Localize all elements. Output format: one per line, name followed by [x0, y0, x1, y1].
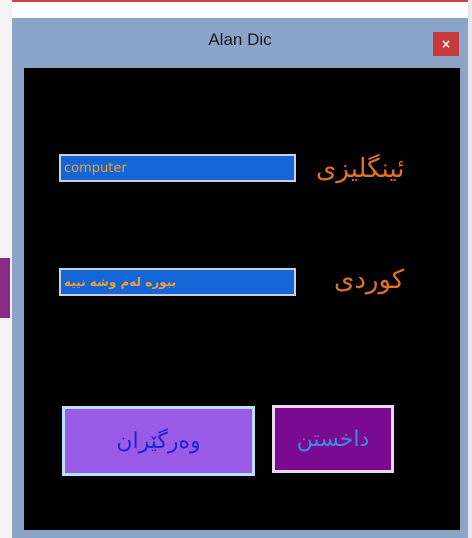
translate-button-label: وەرگێران	[116, 428, 201, 454]
kurdish-word-output[interactable]	[59, 268, 296, 296]
app-window: Alan Dic × ئینگلیزی کوردی وەرگێران داخست…	[12, 18, 468, 538]
background-app-accent	[0, 258, 10, 318]
close-button[interactable]: ×	[433, 32, 459, 56]
form-client-area: ئینگلیزی کوردی وەرگێران داخستن	[24, 68, 460, 530]
exit-button-label: داخستن	[296, 426, 370, 452]
close-icon: ×	[440, 37, 452, 51]
background-app-edge-right	[468, 0, 472, 538]
english-word-input[interactable]	[59, 154, 296, 182]
window-title: Alan Dic	[208, 30, 272, 49]
english-label: ئینگلیزی	[316, 154, 405, 184]
exit-button[interactable]: داخستن	[272, 405, 394, 473]
title-bar[interactable]: Alan Dic ×	[12, 18, 468, 68]
background-edge	[0, 0, 472, 2]
kurdish-label: کوردی	[334, 265, 405, 295]
translate-button[interactable]: وەرگێران	[62, 406, 255, 476]
